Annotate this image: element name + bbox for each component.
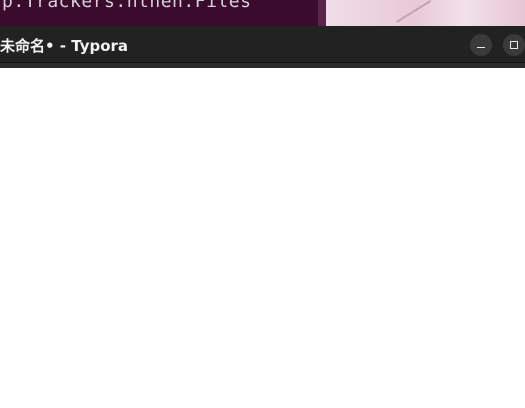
terminal-scrollbar: [318, 0, 326, 26]
wallpaper-decoration: [396, 0, 432, 23]
minimize-icon: [477, 47, 485, 48]
terminal-window-peek[interactable]: p.Trackers.nthen.Files: [0, 0, 322, 26]
terminal-text: p.Trackers.nthen.Files: [2, 0, 252, 12]
wallpaper: [326, 0, 525, 26]
desktop-background: p.Trackers.nthen.Files: [0, 0, 525, 26]
window-title: 未命名• - Typora: [0, 37, 129, 55]
titlebar[interactable]: 未命名• - Typora: [0, 26, 525, 63]
screen: p.Trackers.nthen.Files 未命名• - Typora: [0, 0, 525, 408]
editor-area[interactable]: [0, 68, 525, 408]
minimize-button[interactable]: [470, 34, 492, 56]
maximize-icon: [510, 41, 518, 49]
maximize-button[interactable]: [503, 34, 525, 56]
